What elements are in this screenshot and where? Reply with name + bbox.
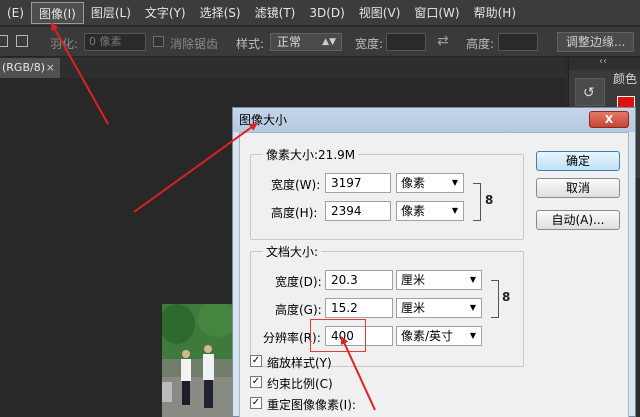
swap-icon[interactable]: ⇄: [437, 33, 449, 49]
chain-link-icon: 8: [502, 290, 511, 304]
dialog-close-button[interactable]: X: [589, 111, 629, 128]
people-photo: [162, 304, 232, 417]
resolution-highlight-box: [310, 319, 366, 352]
scale-styles-checkbox[interactable]: ✓: [250, 355, 262, 367]
dialog-title-bar[interactable]: 图像大小 X: [233, 108, 635, 132]
pixel-dimensions-title: 像素大小:21.9M: [263, 146, 359, 163]
chevron-down-icon: ▲▼: [322, 37, 336, 47]
menu-filter[interactable]: 滤镜(T): [248, 2, 303, 24]
style-select-value: 正常: [277, 35, 302, 49]
menu-help[interactable]: 帮助(H): [467, 2, 523, 24]
options-bar: 羽化: 0 像素 消除锯齿 样式: 正常 ▲▼ 宽度: ⇄ 高度: 调整边缘..…: [0, 27, 640, 57]
document-image: [162, 304, 232, 417]
pixel-dimensions-group: 像素大小:21.9M 宽度(W): 3197 像素 ▼ 高度(H): 2394 像…: [250, 146, 524, 240]
pixel-height-unit-select[interactable]: 像素 ▼: [396, 201, 464, 221]
menu-view[interactable]: 视图(V): [352, 2, 408, 24]
antialias-checkbox[interactable]: [153, 36, 164, 47]
chevron-down-icon: ▼: [451, 178, 458, 187]
chevron-down-icon: ▼: [469, 275, 476, 284]
collapse-icon[interactable]: ‹‹: [599, 56, 607, 67]
menu-layer[interactable]: 图层(L): [84, 2, 138, 24]
pixel-link-bracket: [473, 183, 481, 221]
history-icon[interactable]: ↺: [575, 78, 605, 106]
resample-label: 重定图像像素(I):: [267, 398, 356, 412]
height-input[interactable]: [498, 33, 538, 51]
menu-select[interactable]: 选择(S): [193, 2, 248, 24]
doc-width-input[interactable]: 20.3: [325, 270, 393, 290]
pixel-height-label: 高度(H):: [271, 206, 318, 220]
cancel-button[interactable]: 取消: [536, 178, 620, 198]
menu-edit[interactable]: (E): [0, 2, 31, 24]
chain-link-icon: 8: [485, 193, 494, 207]
pixel-width-unit-select[interactable]: 像素 ▼: [396, 173, 464, 193]
doc-width-label: 宽度(D):: [275, 275, 322, 289]
menu-window[interactable]: 窗口(W): [407, 2, 466, 24]
chevron-down-icon: ▼: [469, 303, 476, 312]
doc-height-input[interactable]: 15.2: [325, 298, 393, 318]
document-tab-bar: (RGB/8) ×: [0, 58, 565, 78]
doc-height-unit-select[interactable]: 厘米 ▼: [396, 298, 482, 318]
refine-edge-button[interactable]: 调整边缘...: [557, 32, 635, 52]
resolution-unit: 像素/英寸: [401, 329, 454, 343]
doc-link-bracket: [491, 280, 499, 318]
width-input[interactable]: [386, 33, 426, 51]
menu-image[interactable]: 图像(I): [30, 1, 84, 24]
pixel-width-unit: 像素: [401, 176, 426, 190]
doc-height-unit: 厘米: [401, 301, 426, 315]
document-size-group: 文档大小: 宽度(D): 20.3 厘米 ▼ 高度(G): 15.2 厘米 ▼ 8 …: [250, 243, 524, 367]
constrain-proportions-label: 约束比例(C): [267, 377, 333, 391]
auto-button[interactable]: 自动(A)...: [536, 210, 620, 230]
document-tab[interactable]: (RGB/8) ×: [0, 58, 60, 78]
close-icon[interactable]: ×: [46, 58, 55, 78]
document-tab-label: (RGB/8): [2, 61, 46, 74]
constrain-proportions-checkbox[interactable]: ✓: [250, 376, 262, 388]
ok-button[interactable]: 确定: [536, 151, 620, 171]
feather-label: 羽化:: [50, 37, 79, 51]
menu-type[interactable]: 文字(Y): [138, 2, 193, 24]
panel-header-strip: ‹‹: [569, 56, 640, 70]
menu-bar: (E) 图像(I) 图层(L) 文字(Y) 选择(S) 滤镜(T) 3D(D) …: [0, 0, 640, 26]
pixel-height-unit: 像素: [401, 204, 426, 218]
height-label: 高度:: [466, 37, 495, 51]
resolution-unit-select[interactable]: 像素/英寸 ▼: [396, 326, 482, 346]
menu-3d[interactable]: 3D(D): [302, 2, 351, 24]
selection-mode-new-icon[interactable]: [0, 35, 8, 47]
pixel-width-label: 宽度(W):: [271, 178, 321, 192]
dialog-title: 图像大小: [239, 113, 288, 127]
svg-text:↺: ↺: [583, 85, 595, 101]
pixel-height-input[interactable]: 2394: [325, 201, 391, 221]
color-panel-label[interactable]: 颜色: [613, 70, 637, 87]
doc-height-label: 高度(G):: [275, 303, 322, 317]
style-label: 样式:: [236, 37, 265, 51]
pixel-width-input[interactable]: 3197: [325, 173, 391, 193]
chevron-down-icon: ▼: [469, 331, 476, 340]
antialias-label: 消除锯齿: [170, 37, 219, 51]
width-label: 宽度:: [355, 37, 384, 51]
doc-width-unit: 厘米: [401, 273, 426, 287]
dialog-body: 像素大小:21.9M 宽度(W): 3197 像素 ▼ 高度(H): 2394 像…: [239, 132, 629, 417]
feather-input[interactable]: 0 像素: [84, 33, 146, 51]
scale-styles-label: 缩放样式(Y): [267, 356, 332, 370]
selection-mode-add-icon[interactable]: [16, 35, 28, 47]
resample-checkbox[interactable]: ✓: [250, 397, 262, 409]
document-size-title: 文档大小:: [263, 243, 322, 260]
chevron-down-icon: ▼: [451, 206, 458, 215]
doc-width-unit-select[interactable]: 厘米 ▼: [396, 270, 482, 290]
style-select[interactable]: 正常 ▲▼: [270, 33, 342, 51]
image-size-dialog: 图像大小 X 像素大小:21.9M 宽度(W): 3197 像素 ▼ 高度(H):…: [232, 107, 636, 417]
